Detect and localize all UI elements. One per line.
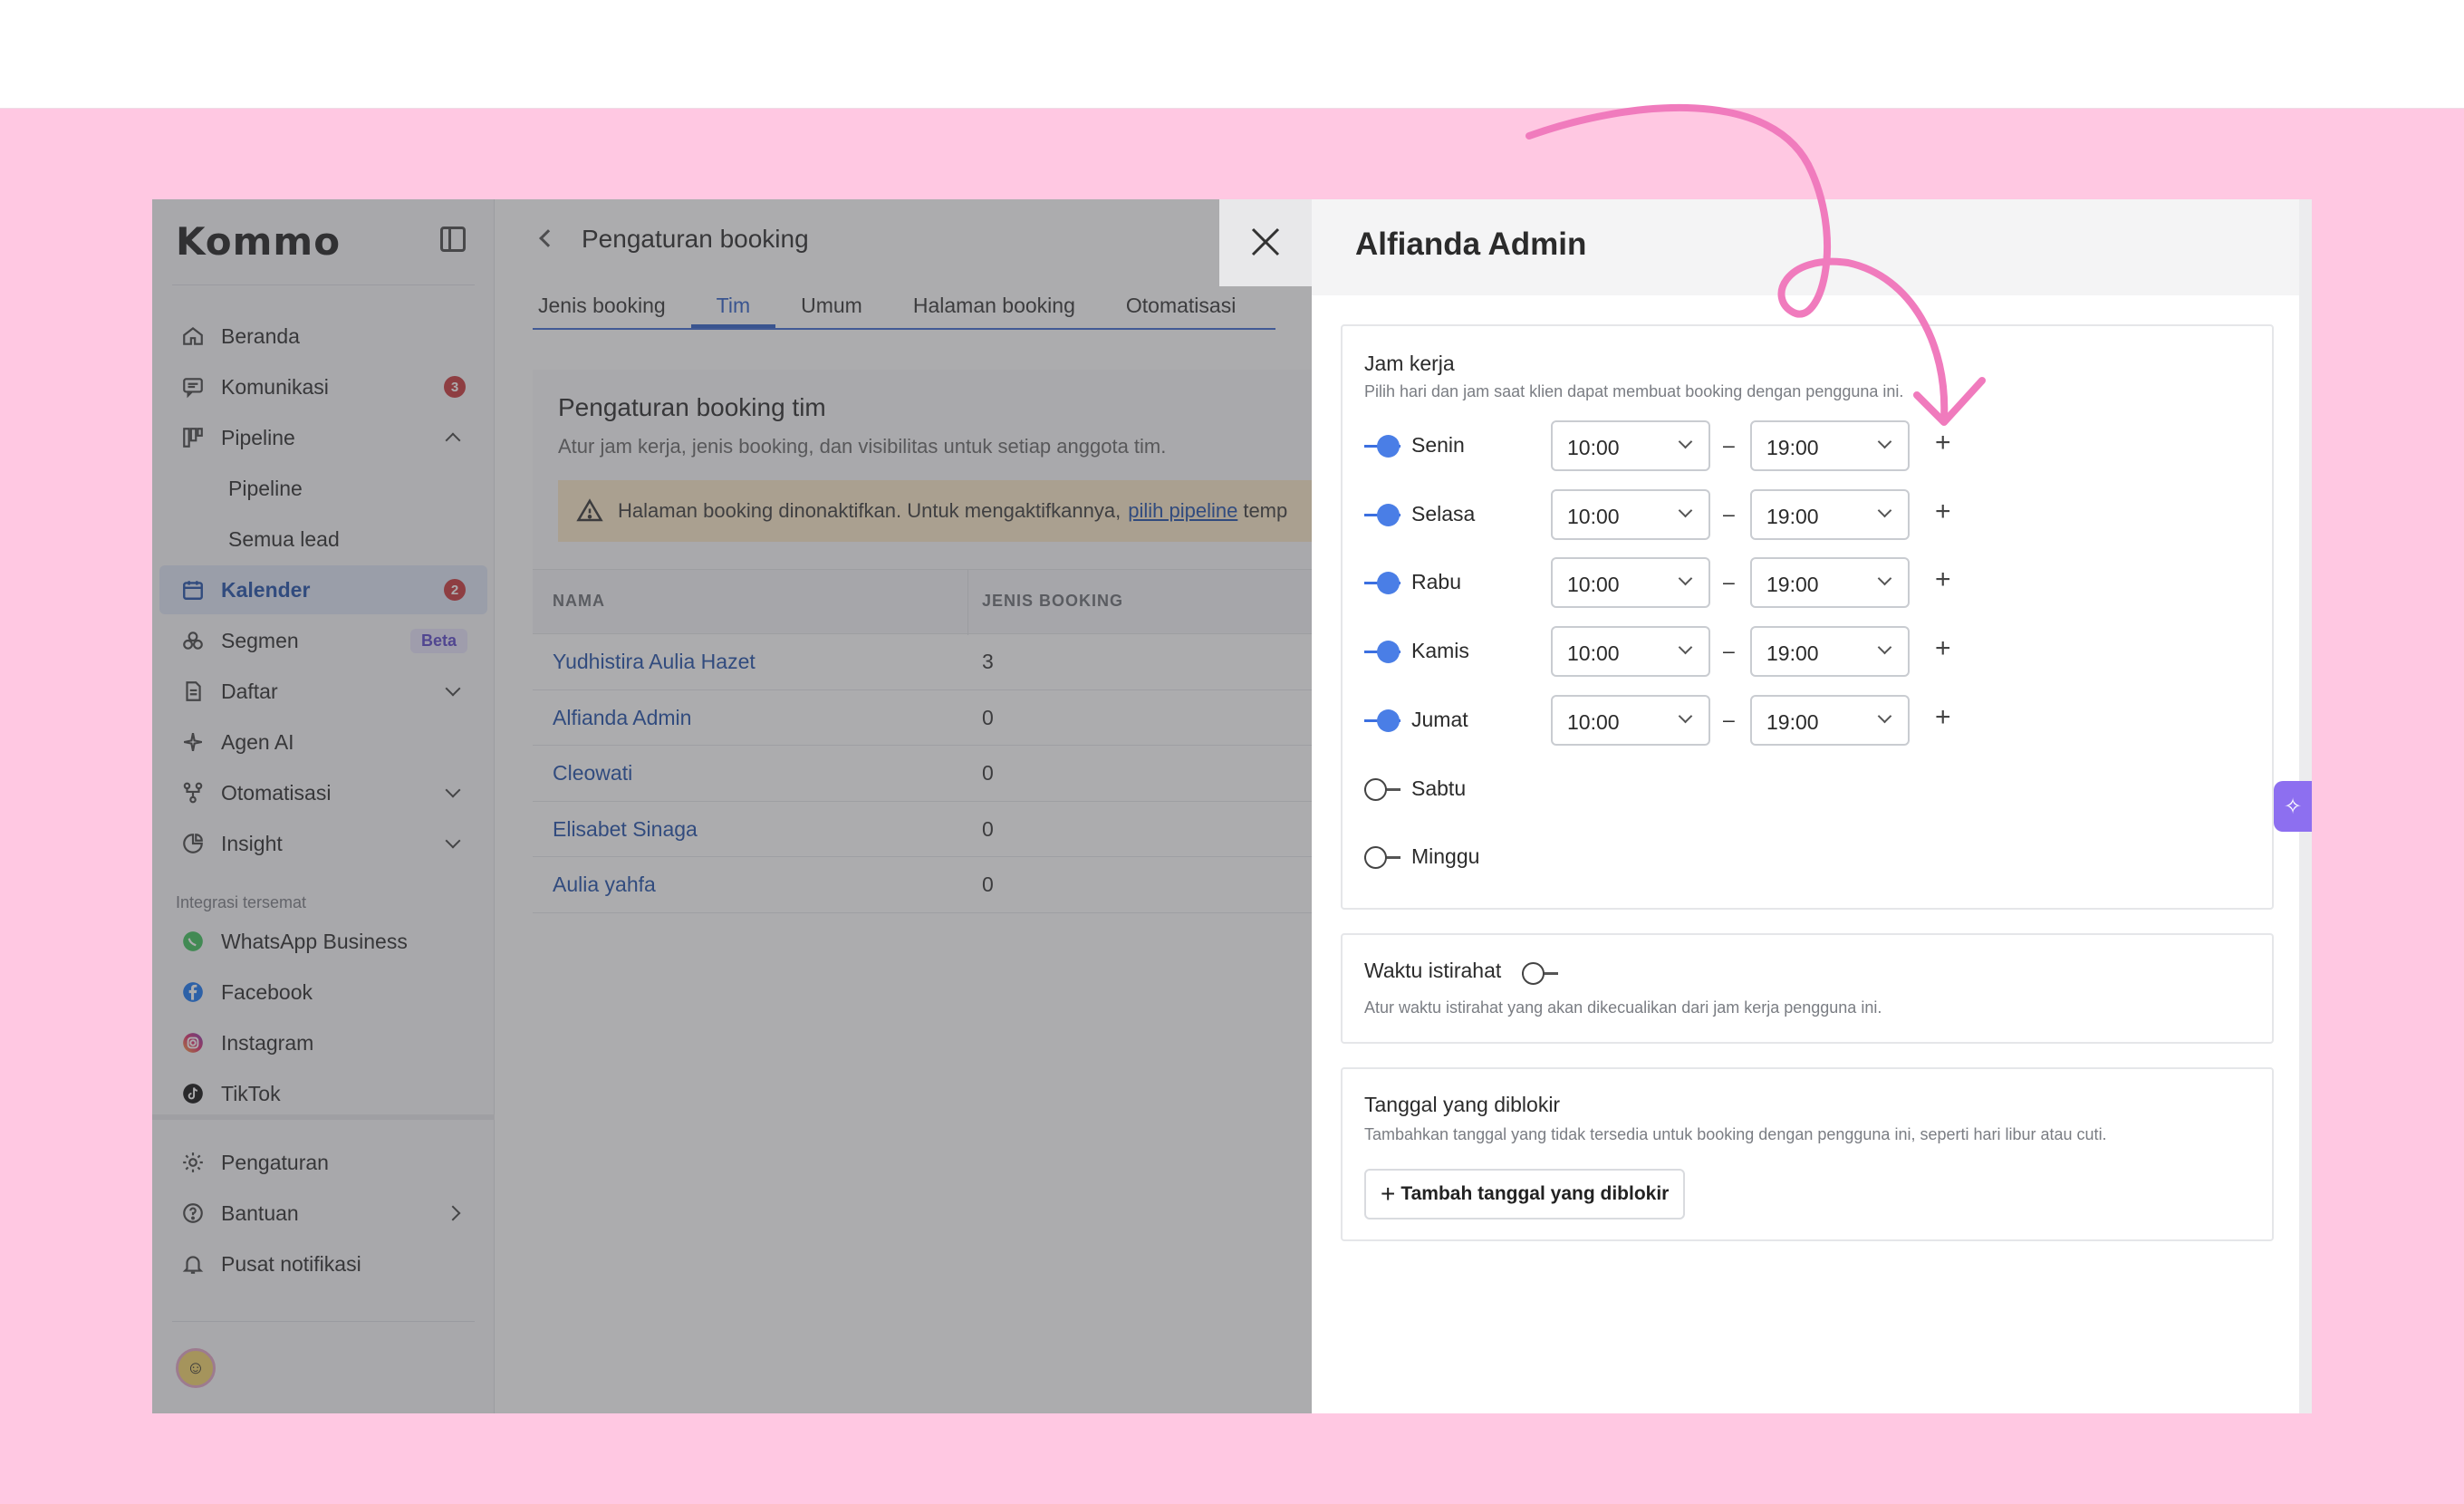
annotation-arrow-head — [1913, 377, 1986, 426]
annotation-arrow-curve — [1526, 103, 1949, 422]
annotation-arrow — [1526, 103, 1986, 426]
